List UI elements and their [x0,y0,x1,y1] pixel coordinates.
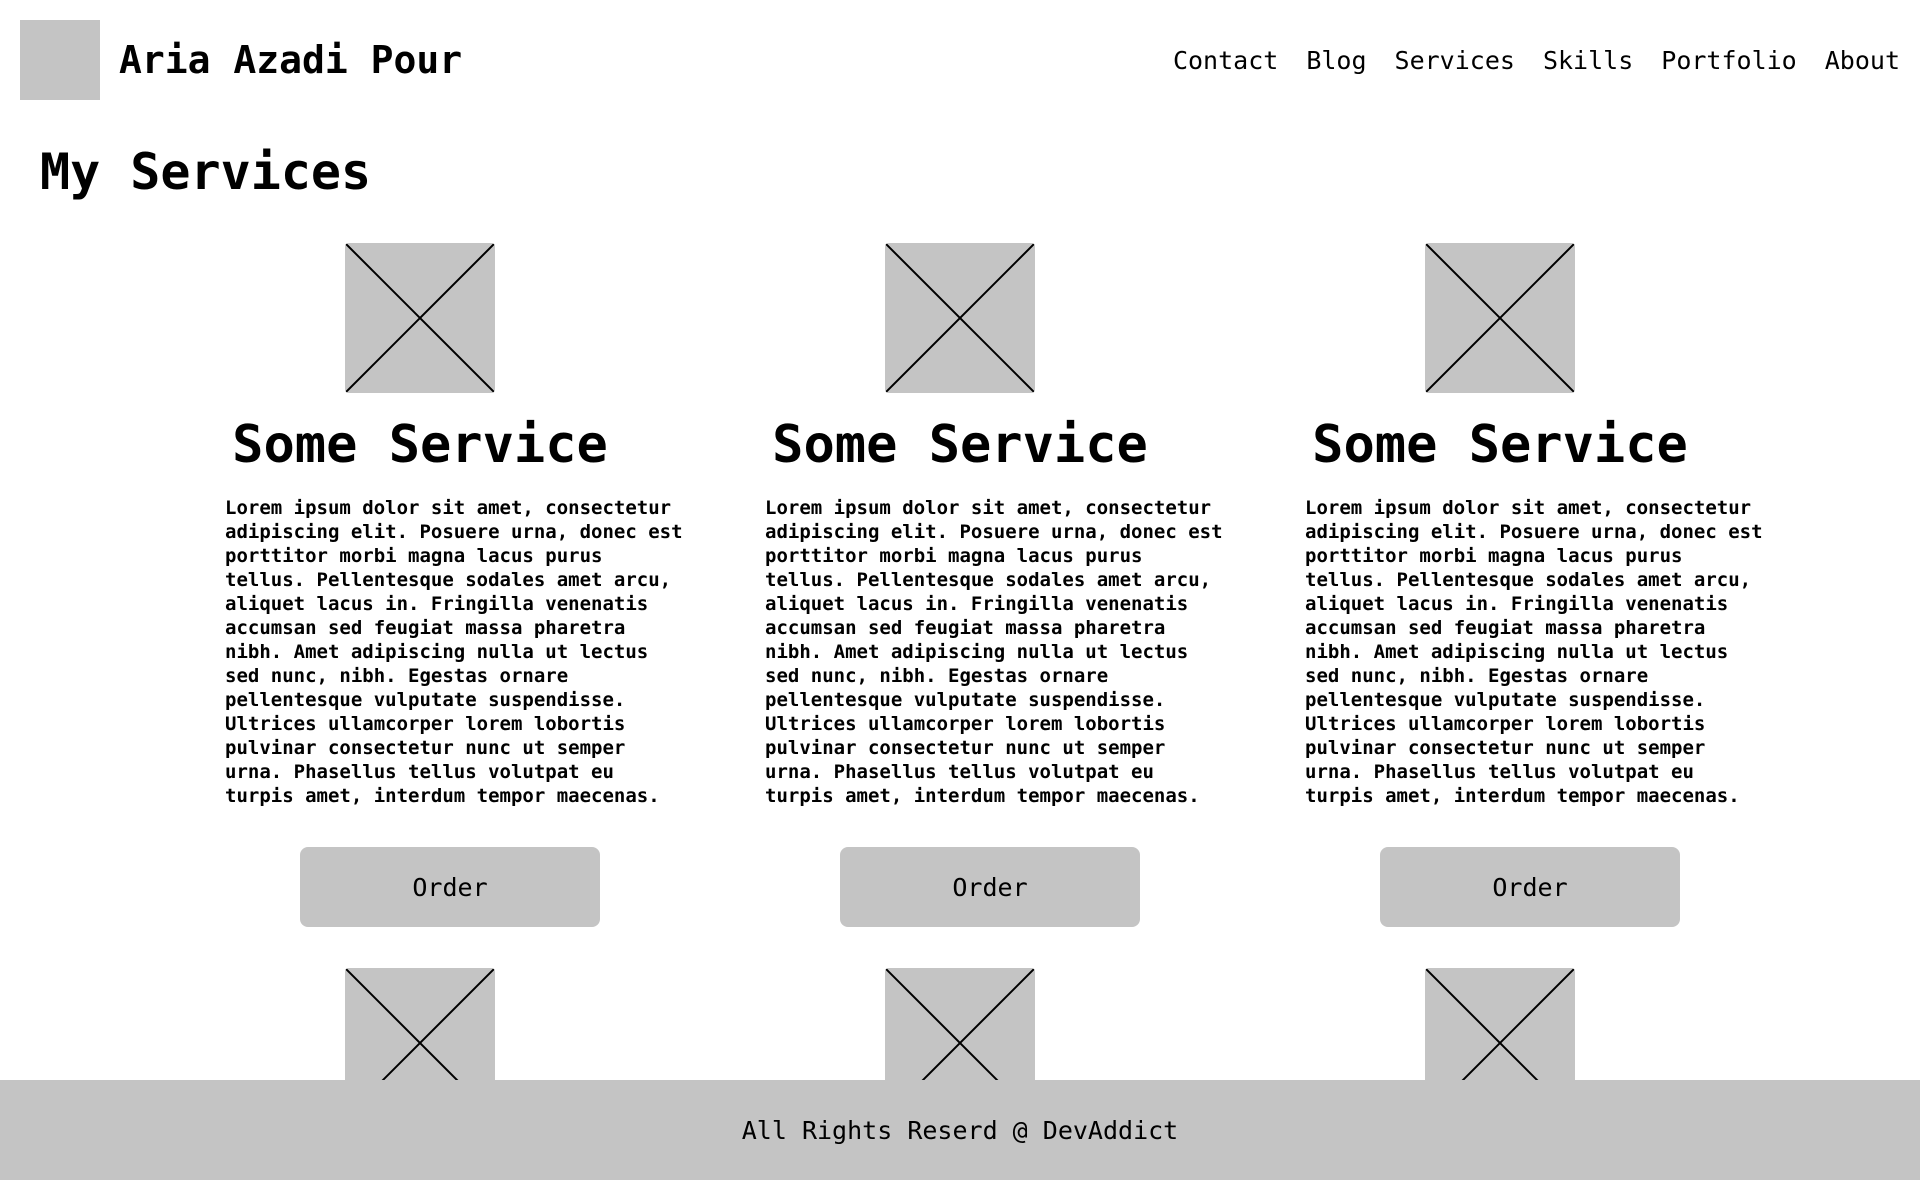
image-placeholder-icon [345,243,495,393]
service-title: Some Service [232,415,608,475]
footer-copyright: All Rights Reserd @ DevAddict [741,1115,1179,1145]
order-button[interactable]: Order [1380,847,1680,927]
nav-contact[interactable]: Contact [1173,42,1278,80]
service-description: Lorem ipsum dolor sit amet, consectetur … [765,497,1223,807]
nav-services[interactable]: Services [1395,42,1515,80]
nav-about[interactable]: About [1825,42,1900,80]
page-title: My Services [40,143,372,201]
main-nav: Contact Blog Services Skills Portfolio A… [1173,42,1900,80]
image-placeholder-icon [885,243,1035,393]
nav-portfolio[interactable]: Portfolio [1661,42,1796,80]
site-footer: All Rights Reserd @ DevAddict [0,1080,1920,1180]
service-description: Lorem ipsum dolor sit amet, consectetur … [225,497,683,807]
logo-placeholder[interactable] [20,20,100,100]
service-title: Some Service [1312,415,1688,475]
service-title: Some Service [772,415,1148,475]
image-placeholder-icon [1425,243,1575,393]
nav-blog[interactable]: Blog [1306,42,1366,80]
order-button[interactable]: Order [840,847,1140,927]
service-description: Lorem ipsum dolor sit amet, consectetur … [1305,497,1763,807]
site-title[interactable]: Aria Azadi Pour [119,34,462,86]
nav-skills[interactable]: Skills [1543,42,1633,80]
order-button[interactable]: Order [300,847,600,927]
site-header: Aria Azadi Pour Contact Blog Services Sk… [0,0,1920,120]
